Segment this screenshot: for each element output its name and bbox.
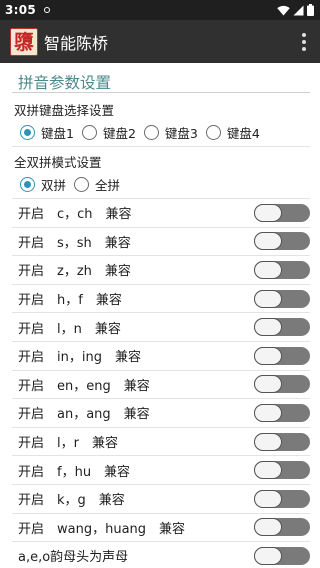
toggle-knob	[254, 232, 282, 251]
toggle-switch[interactable]	[254, 203, 310, 222]
toggle-switch[interactable]	[254, 518, 310, 537]
status-time: 3:05	[5, 3, 37, 17]
toggle-knob	[254, 289, 282, 308]
setting-label: 开启 wang，huang 兼容	[18, 521, 186, 537]
mode-radio-group: 双拼 全拼	[12, 171, 310, 199]
setting-label: 开启 en，eng 兼容	[18, 378, 150, 394]
radio-unchecked-icon	[143, 125, 159, 140]
setting-row-z-zh: 开启 z，zh 兼容	[12, 256, 310, 285]
toggle-switch[interactable]	[254, 546, 310, 565]
radio-label: 键盘3	[164, 126, 198, 141]
setting-label: 开启 z，zh 兼容	[18, 264, 131, 280]
wifi-icon	[277, 5, 290, 15]
setting-label: 开启 an，ang 兼容	[18, 407, 150, 423]
setting-label: 开启 s，sh 兼容	[18, 235, 131, 251]
app-bar: 隳 智能陈桥	[0, 20, 320, 63]
overflow-dot	[302, 32, 306, 37]
mode-group-label: 全双拼模式设置	[14, 155, 102, 170]
setting-row-aeo-initial: a,e,o韵母头为声母	[12, 542, 310, 568]
setting-row-l-r: 开启 l，r 兼容	[12, 428, 310, 457]
toggle-switch[interactable]	[254, 489, 310, 508]
toggle-switch[interactable]	[254, 461, 310, 480]
radio-keyboard-2[interactable]: 键盘2	[81, 123, 136, 142]
radio-keyboard-4[interactable]: 键盘4	[205, 123, 260, 142]
toggle-knob	[254, 346, 282, 365]
toggle-knob	[254, 203, 282, 222]
setting-label: 开启 h，f 兼容	[18, 293, 122, 309]
battery-icon	[307, 4, 314, 16]
radio-unchecked-icon	[205, 125, 221, 140]
setting-label: 开启 in，ing 兼容	[18, 350, 141, 366]
toggle-switch[interactable]	[254, 346, 310, 365]
section-title: 拼音参数设置	[12, 63, 310, 93]
toggle-switch[interactable]	[254, 232, 310, 251]
setting-row-h-f: 开启 h，f 兼容	[12, 285, 310, 314]
app-logo: 隳	[10, 27, 38, 56]
toggle-switch[interactable]	[254, 403, 310, 422]
setting-row-l-n: 开启 l，n 兼容	[12, 313, 310, 342]
radio-unchecked-icon	[81, 125, 97, 140]
toggle-knob	[254, 260, 282, 279]
radio-label: 键盘1	[41, 126, 74, 141]
toggle-knob	[254, 546, 282, 565]
setting-row-wang-huang: 开启 wang，huang 兼容	[12, 514, 310, 543]
toggle-knob	[254, 518, 282, 537]
radio-mode-quanpin[interactable]: 全拼	[74, 175, 120, 194]
setting-row-an-ang: 开启 an，ang 兼容	[12, 399, 310, 428]
settings-list: 开启 c，ch 兼容 开启 s，sh 兼容 开启 z，zh 兼容 开启 h，f …	[12, 199, 310, 568]
toggle-switch[interactable]	[254, 432, 310, 451]
keyboard-group-label: 双拼键盘选择设置	[14, 103, 115, 118]
setting-label: 开启 k，g 兼容	[18, 493, 125, 509]
setting-label: a,e,o韵母头为声母	[18, 550, 129, 566]
setting-row-c-ch: 开启 c，ch 兼容	[12, 199, 310, 228]
radio-keyboard-1[interactable]: 键盘1	[20, 123, 74, 142]
toggle-switch[interactable]	[254, 318, 310, 337]
toggle-switch[interactable]	[254, 375, 310, 394]
toggle-switch[interactable]	[254, 260, 310, 279]
toggle-knob	[254, 432, 282, 451]
setting-row-k-g: 开启 k，g 兼容	[12, 485, 310, 514]
toggle-knob	[254, 461, 282, 480]
signal-icon	[293, 5, 304, 15]
radio-label: 双拼	[41, 178, 67, 193]
toggle-knob	[254, 403, 282, 422]
radio-checked-icon	[20, 125, 35, 140]
radio-checked-icon	[20, 177, 35, 192]
setting-row-en-eng: 开启 en，eng 兼容	[12, 371, 310, 400]
radio-label: 键盘2	[102, 126, 136, 141]
more-options-button[interactable]	[296, 29, 312, 55]
notification-dot-icon	[44, 7, 51, 13]
keyboard-radio-group: 键盘1 键盘2 键盘3 键盘4	[12, 119, 310, 147]
setting-label: 开启 l，n 兼容	[18, 321, 121, 337]
radio-keyboard-3[interactable]: 键盘3	[143, 123, 198, 142]
app-title: 智能陈桥	[44, 33, 109, 53]
radio-label: 键盘4	[226, 126, 260, 141]
setting-label: 开启 c，ch 兼容	[18, 207, 132, 223]
overflow-dot	[302, 39, 306, 44]
radio-unchecked-icon	[74, 177, 90, 192]
status-bar: 3:05	[0, 0, 320, 20]
toggle-knob	[254, 375, 282, 394]
toggle-knob	[254, 489, 282, 508]
setting-row-f-hu: 开启 f，hu 兼容	[12, 456, 310, 485]
settings-content: 拼音参数设置 双拼键盘选择设置 键盘1 键盘2 键盘3 键盘4 全双拼模式设置 …	[0, 63, 320, 568]
setting-label: 开启 f，hu 兼容	[18, 464, 131, 480]
overflow-dot	[302, 46, 306, 51]
setting-row-s-sh: 开启 s，sh 兼容	[12, 228, 310, 257]
radio-mode-shuangpin[interactable]: 双拼	[20, 175, 66, 194]
setting-row-in-ing: 开启 in，ing 兼容	[12, 342, 310, 371]
toggle-knob	[254, 318, 282, 337]
radio-label: 全拼	[95, 178, 121, 193]
setting-label: 开启 l，r 兼容	[18, 436, 118, 452]
toggle-switch[interactable]	[254, 289, 310, 308]
